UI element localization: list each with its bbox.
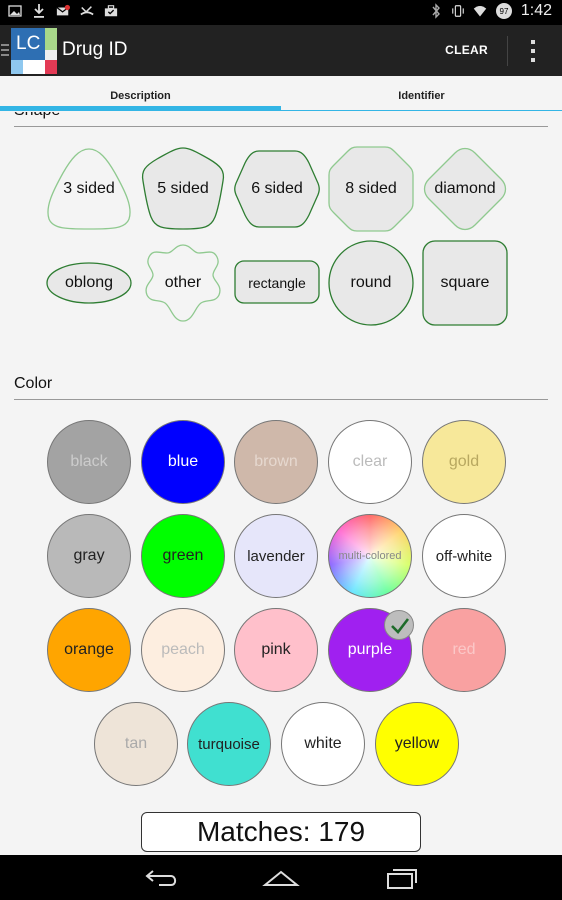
status-bar: 97 1:42 [0, 0, 562, 25]
color-label: gray [73, 547, 105, 564]
briefcase-icon [104, 3, 118, 19]
shape-other[interactable]: other [139, 239, 227, 327]
shape-label: round [350, 274, 392, 291]
color-label: clear [352, 453, 388, 470]
shape-6-sided[interactable]: 6 sided [233, 145, 321, 233]
color-label: black [70, 453, 108, 470]
color-swatch-white[interactable]: white [281, 702, 365, 786]
gmail-icon [56, 3, 70, 19]
nav-bar [0, 855, 562, 900]
color-section-rule [14, 399, 548, 400]
color-label: gold [448, 453, 480, 470]
color-label: multi-colored [338, 550, 402, 562]
color-swatch-brown[interactable]: brown [234, 420, 318, 504]
shape-section-rule [14, 126, 548, 127]
color-swatch-orange[interactable]: orange [47, 608, 131, 692]
color-label: yellow [394, 735, 440, 752]
shape-3-sided[interactable]: 3 sided [45, 145, 133, 233]
back-icon[interactable] [143, 865, 183, 891]
shape-label: other [164, 274, 202, 291]
description-content[interactable]: Shape 3 sided 5 sided 6 sided 8 sided di… [0, 112, 562, 855]
battery-icon: 97 [495, 3, 513, 19]
shape-label: 6 sided [251, 180, 303, 197]
color-label: green [162, 547, 204, 564]
color-swatch-yellow[interactable]: yellow [375, 702, 459, 786]
color-label: turquoise [198, 735, 260, 753]
app-title: Drug ID [62, 39, 128, 60]
shape-8-sided[interactable]: 8 sided [327, 145, 415, 233]
tab-selected-indicator [0, 106, 281, 111]
shape-diamond[interactable]: diamond [421, 145, 509, 233]
app-logo-text: LC [16, 33, 41, 54]
drawer-menu-icon[interactable] [1, 44, 9, 56]
shape-label: rectangle [248, 275, 306, 291]
shape-rectangle[interactable]: rectangle [233, 239, 321, 327]
color-label: peach [161, 641, 205, 658]
recent-apps-icon[interactable] [382, 865, 422, 891]
picture-icon [8, 3, 22, 19]
color-swatch-black[interactable]: black [47, 420, 131, 504]
color-swatch-off-white[interactable]: off-white [422, 514, 506, 598]
action-bar: LC Drug ID CLEAR [0, 25, 562, 76]
color-swatch-gray[interactable]: gray [47, 514, 131, 598]
vibrate-icon [451, 3, 465, 19]
color-label: pink [261, 641, 291, 658]
shape-label: square [440, 274, 490, 291]
color-swatch-peach[interactable]: peach [141, 608, 225, 692]
battery-level: 97 [499, 7, 508, 16]
color-label: orange [64, 641, 114, 658]
missed-call-icon [80, 3, 94, 19]
shape-5-sided[interactable]: 5 sided [139, 145, 227, 233]
color-swatch-multi-colored[interactable]: multi-colored [328, 514, 412, 598]
shape-label: 5 sided [157, 180, 209, 197]
app-logo[interactable]: LC [11, 28, 57, 74]
color-swatch-gold[interactable]: gold [422, 420, 506, 504]
bluetooth-icon [429, 3, 443, 19]
shape-label: diamond [434, 180, 496, 197]
clear-button[interactable]: CLEAR [445, 43, 488, 57]
shape-label: oblong [64, 274, 114, 291]
color-label: blue [167, 453, 199, 470]
color-label: red [452, 641, 476, 658]
color-swatch-clear[interactable]: clear [328, 420, 412, 504]
color-label: tan [124, 735, 148, 752]
shape-label: 3 sided [63, 180, 115, 197]
status-time: 1:42 [520, 2, 552, 19]
matches-count: Matches: 179 [141, 812, 421, 852]
tab-bar: Description Identifier [0, 76, 562, 112]
color-swatch-red[interactable]: red [422, 608, 506, 692]
overflow-menu-icon[interactable] [528, 38, 538, 64]
selected-check-icon [384, 610, 414, 640]
color-section-label: Color [14, 375, 53, 392]
color-label: purple [347, 641, 393, 658]
download-icon [32, 3, 46, 19]
color-swatch-lavender[interactable]: lavender [234, 514, 318, 598]
wifi-icon [473, 3, 487, 19]
color-swatch-pink[interactable]: pink [234, 608, 318, 692]
shape-section-label: Shape [14, 112, 60, 120]
color-label: lavender [247, 547, 305, 565]
color-label: white [304, 735, 342, 752]
home-icon[interactable] [261, 865, 301, 891]
shape-label: 8 sided [345, 180, 397, 197]
tab-identifier[interactable]: Identifier [281, 76, 562, 112]
color-label: off-white [435, 547, 493, 565]
color-label: brown [254, 453, 298, 470]
color-swatch-blue[interactable]: blue [141, 420, 225, 504]
tab-underline [281, 110, 562, 111]
action-divider [507, 36, 508, 66]
color-swatch-tan[interactable]: tan [94, 702, 178, 786]
shape-oblong[interactable]: oblong [45, 239, 133, 327]
color-swatch-green[interactable]: green [141, 514, 225, 598]
shape-round[interactable]: round [327, 239, 415, 327]
color-swatch-turquoise[interactable]: turquoise [187, 702, 271, 786]
shape-square[interactable]: square [421, 239, 509, 327]
